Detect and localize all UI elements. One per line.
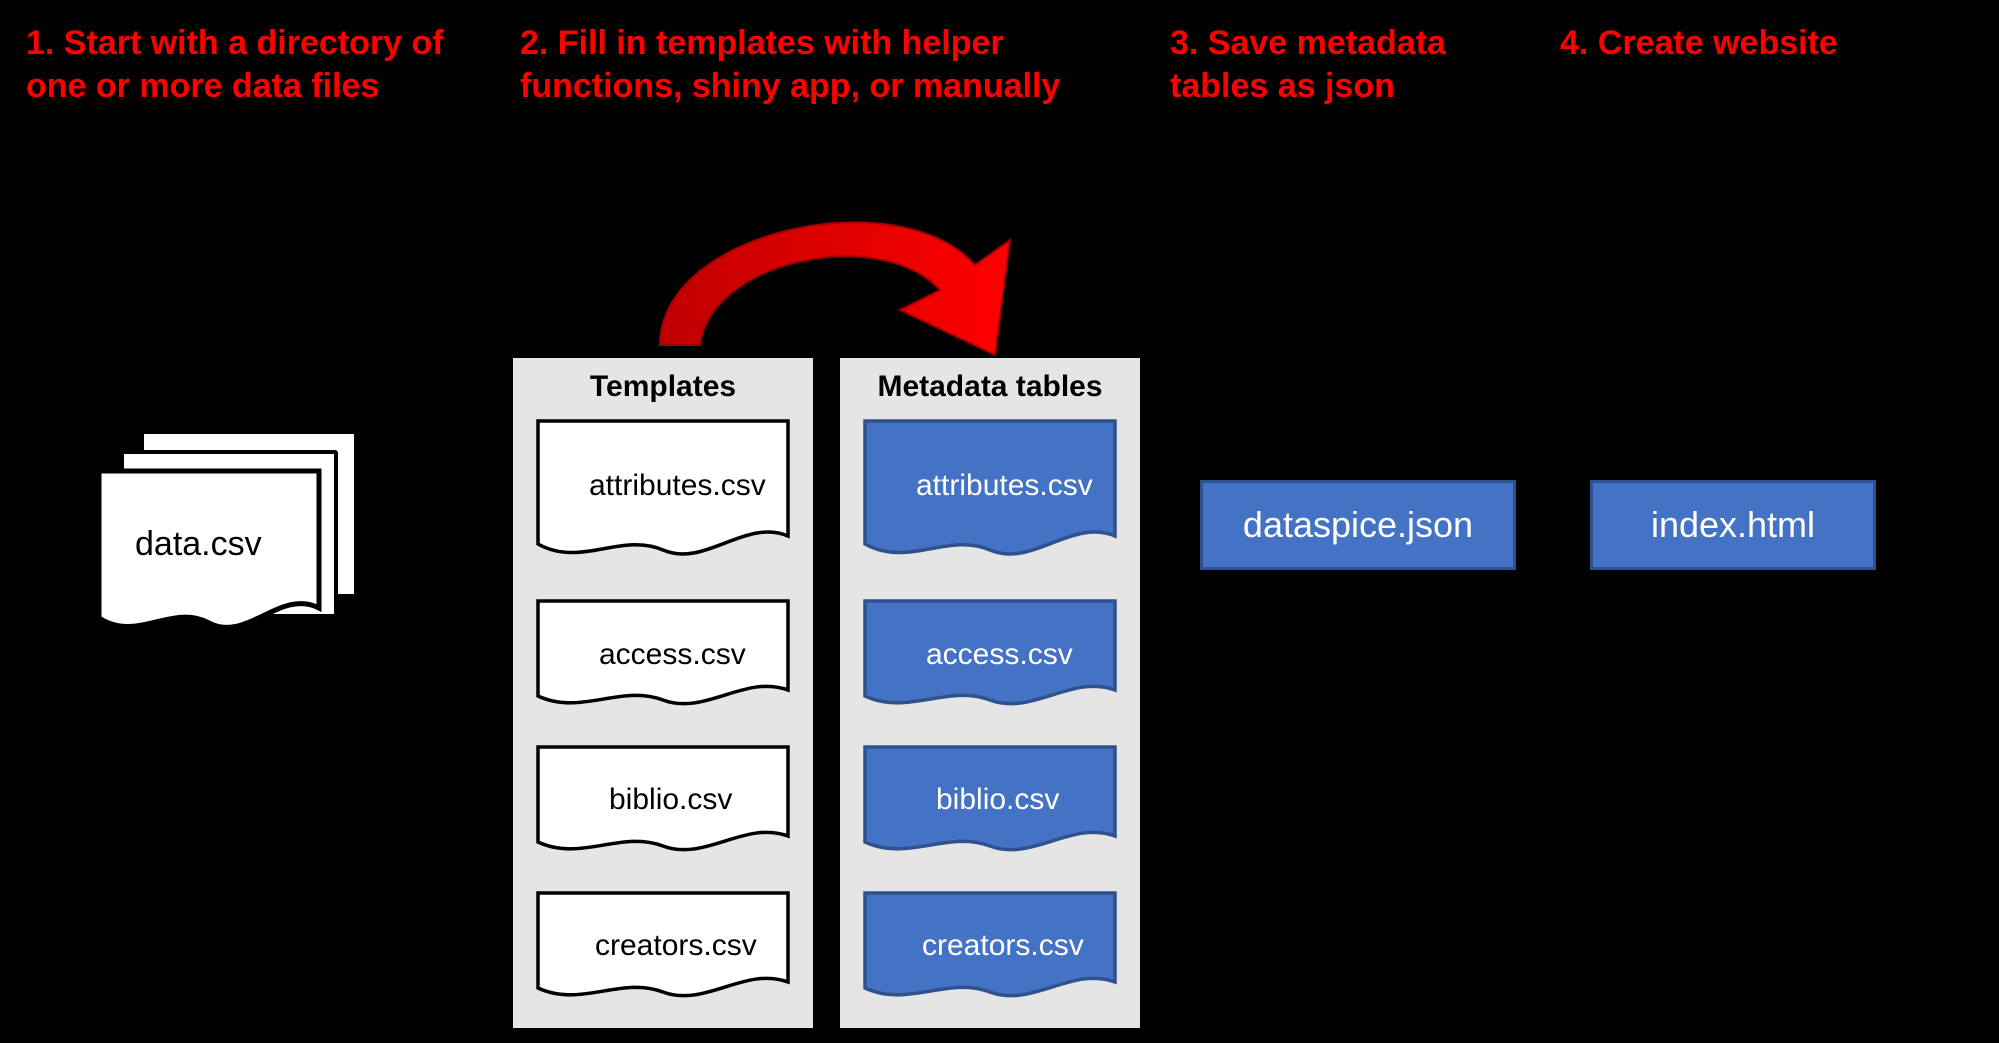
curved-arrow-icon (600, 170, 1040, 370)
output-html-box: index.html (1590, 480, 1876, 570)
metadata-label-biblio: biblio.csv (936, 783, 1059, 817)
templates-panel: Templates attributes.csv access.csv bibl… (510, 355, 816, 1031)
metadata-label-attributes: attributes.csv (916, 469, 1093, 503)
template-label-attributes: attributes.csv (589, 469, 766, 503)
diagram-canvas: 1. Start with a directory of one or more… (0, 0, 1999, 1043)
step-2-label: 2. Fill in templates with helper functio… (520, 22, 1080, 107)
template-label-biblio: biblio.csv (609, 783, 732, 817)
step-3-label: 3. Save metadata tables as json (1170, 22, 1490, 107)
step-4-label: 4. Create website (1560, 22, 1920, 65)
metadata-label-access: access.csv (926, 638, 1073, 672)
output-html-label: index.html (1651, 504, 1815, 546)
metadata-panel: Metadata tables attributes.csv access.cs… (837, 355, 1143, 1031)
metadata-label-creators: creators.csv (922, 929, 1084, 963)
data-file-label: data.csv (135, 525, 262, 564)
template-label-creators: creators.csv (595, 929, 757, 963)
step-1-label: 1. Start with a directory of one or more… (26, 22, 466, 107)
output-json-box: dataspice.json (1200, 480, 1516, 570)
output-json-label: dataspice.json (1243, 504, 1473, 546)
metadata-panel-title: Metadata tables (840, 370, 1140, 404)
templates-panel-title: Templates (513, 370, 813, 404)
template-label-access: access.csv (599, 638, 746, 672)
